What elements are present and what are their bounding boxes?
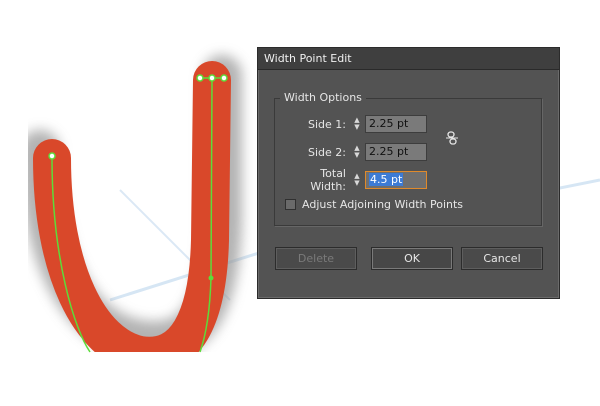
width-options-label: Width Options	[280, 91, 366, 105]
link-icon[interactable]	[445, 131, 459, 145]
artboard-bottom	[0, 352, 600, 406]
width-stroke-shape[interactable]	[33, 61, 231, 375]
total-width-row: Total Width: ▲ ▼ 4.5 pt	[284, 167, 427, 193]
adjust-width-points-label: Adjust Adjoining Width Points	[302, 198, 464, 211]
width-point-edit-dialog: Width Point Edit Width Options Side 1: ▲…	[257, 47, 560, 299]
path-point[interactable]	[208, 275, 214, 281]
side2-label: Side 2:	[308, 145, 346, 159]
side1-spinner-icon[interactable]: ▲ ▼	[351, 115, 363, 133]
adjust-width-points-option[interactable]: Adjust Adjoining Width Points	[285, 198, 463, 211]
anchor-point[interactable]	[48, 152, 56, 160]
width-point-handle[interactable]	[196, 74, 204, 82]
total-width-value: 4.5 pt	[369, 173, 404, 186]
anchor-point[interactable]	[208, 74, 216, 82]
side2-spinner-icon[interactable]: ▲ ▼	[351, 143, 363, 161]
artboard-left	[0, 0, 28, 352]
ok-button[interactable]: OK	[371, 247, 453, 270]
total-width-input[interactable]: 4.5 pt	[365, 171, 427, 189]
side2-row: Side 2: ▲ ▼ 2.25 pt	[274, 143, 427, 161]
side1-input[interactable]: 2.25 pt	[365, 115, 427, 133]
side2-input[interactable]: 2.25 pt	[365, 143, 427, 161]
dialog-title[interactable]: Width Point Edit	[258, 48, 559, 70]
cancel-button[interactable]: Cancel	[461, 247, 543, 270]
delete-button[interactable]: Delete	[275, 247, 357, 270]
adjust-width-points-checkbox[interactable]	[285, 199, 296, 210]
side1-label: Side 1:	[308, 117, 346, 131]
width-point-handle[interactable]	[220, 74, 228, 82]
total-width-label: Total Width:	[310, 167, 346, 193]
total-width-spinner-icon[interactable]: ▲ ▼	[351, 171, 363, 189]
side1-row: Side 1: ▲ ▼ 2.25 pt	[274, 115, 427, 133]
